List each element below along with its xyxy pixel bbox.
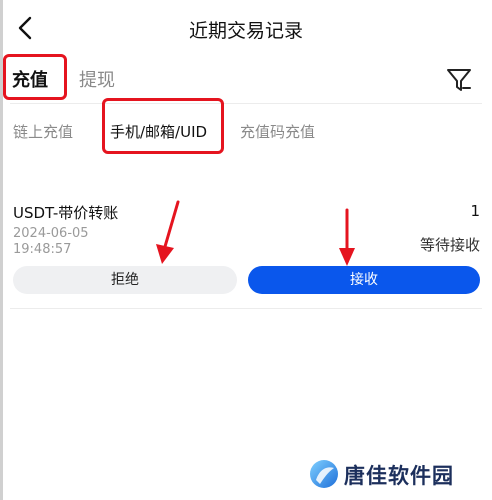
tab-withdraw[interactable]: 提现: [79, 66, 115, 92]
red-arrow-left: [156, 200, 180, 264]
record-count: 1: [470, 202, 480, 220]
record-title: USDT-带价转账: [13, 204, 119, 222]
divider: [10, 308, 482, 309]
transaction-record: USDT-带价转账 1 2024-06-05 19:48:57 等待接收 拒绝 …: [0, 196, 492, 310]
record-date: 2024-06-05: [13, 226, 89, 241]
record-time: 19:48:57: [13, 242, 72, 257]
filter-icon: [447, 69, 471, 91]
filter-button[interactable]: [444, 64, 474, 94]
subtab-onchain[interactable]: 链上充值: [13, 121, 73, 142]
watermark-logo-icon: [310, 460, 338, 488]
tab-bar: 充值 提现: [0, 56, 492, 102]
watermark: 唐佳软件园: [308, 456, 484, 492]
red-arrow-right: [339, 208, 355, 266]
subtab-bar: 链上充值 手机/邮箱/UID 充值码充值: [0, 104, 492, 160]
subtab-code[interactable]: 充值码充值: [240, 121, 315, 142]
record-status: 等待接收: [419, 236, 480, 254]
highlight-box-tab: [3, 54, 67, 100]
accept-button[interactable]: 接收: [248, 266, 480, 294]
highlight-box-subtab: [102, 98, 224, 154]
watermark-text: 唐佳软件园: [344, 464, 454, 488]
reject-button[interactable]: 拒绝: [13, 266, 237, 294]
header: 近期交易记录: [0, 0, 492, 56]
page-title: 近期交易记录: [188, 20, 303, 42]
